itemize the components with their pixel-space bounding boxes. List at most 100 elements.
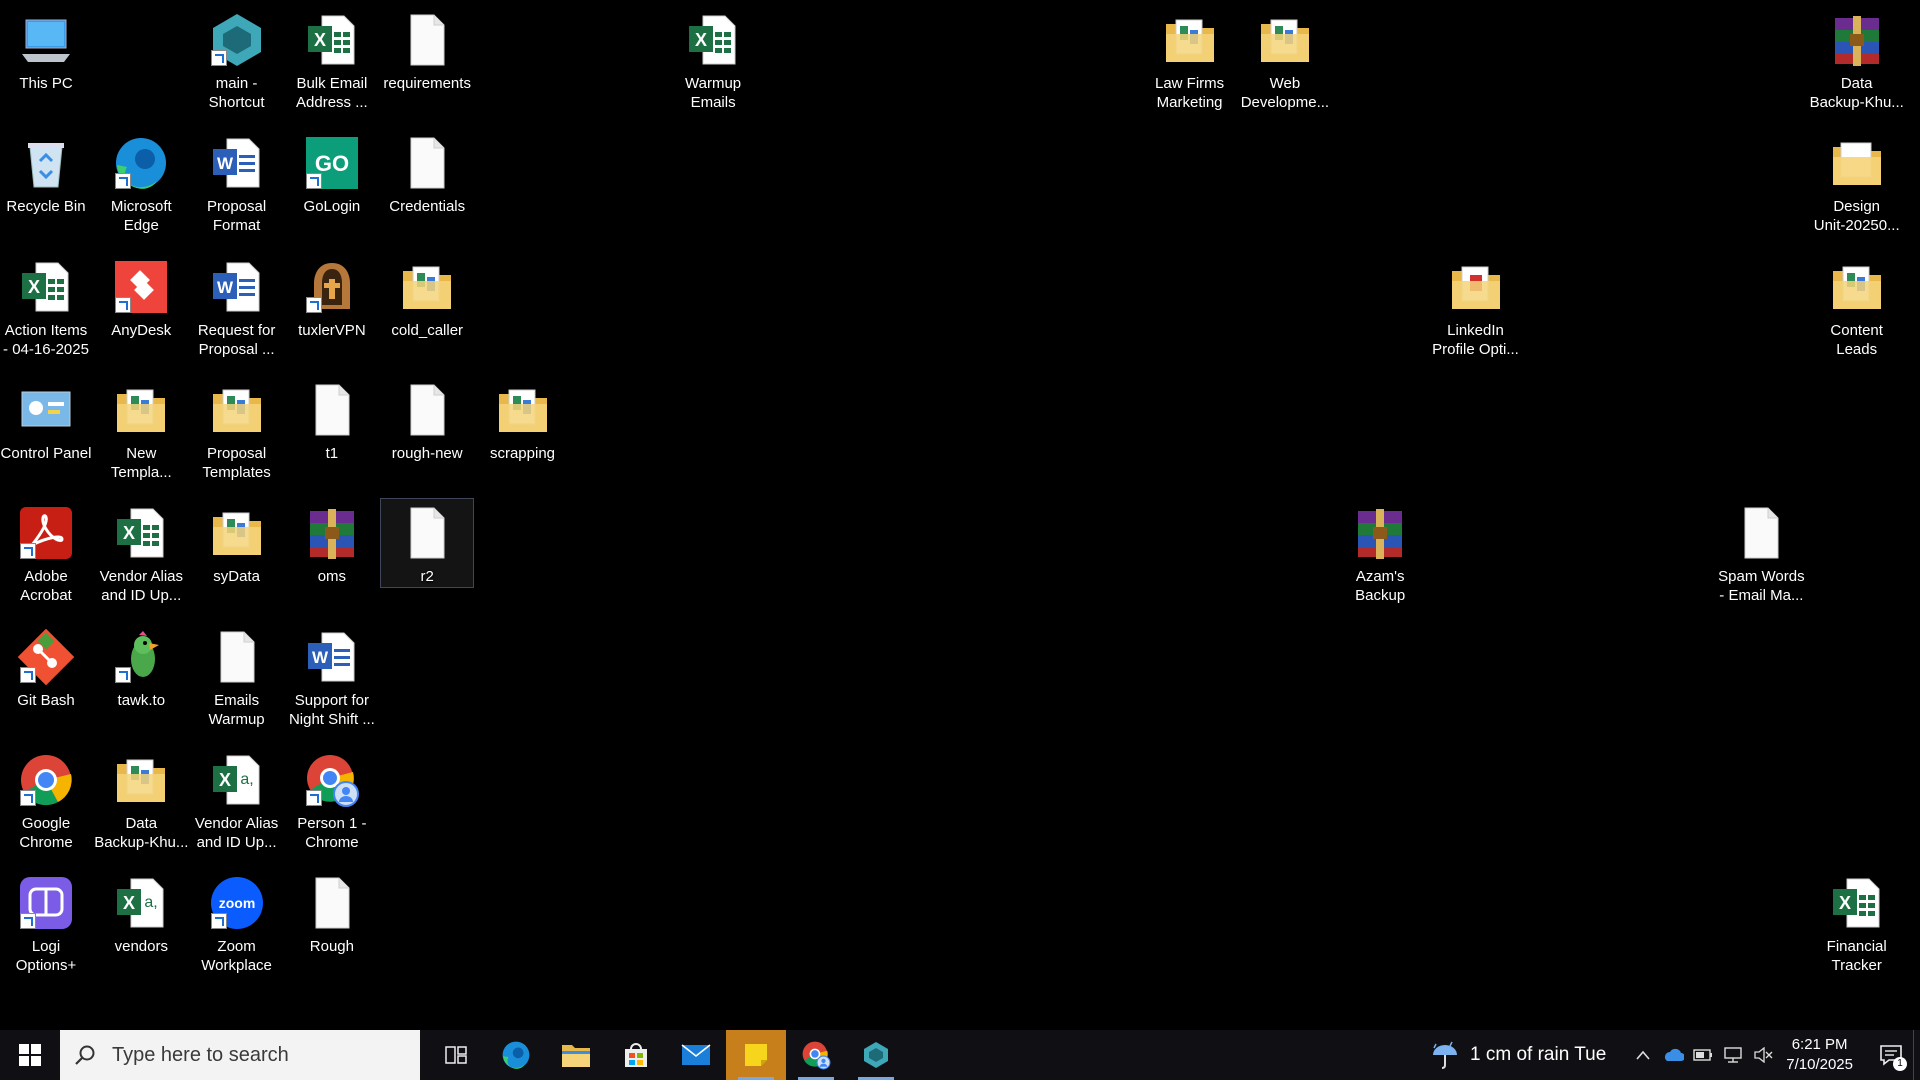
desktop-icon-label: Law Firms Marketing xyxy=(1155,75,1225,111)
desktop-icon-vendor-alias-2[interactable]: a, X Vendor Alias and ID Up... xyxy=(191,746,283,851)
taskbar-store-button[interactable] xyxy=(606,1030,666,1080)
kiro-icon xyxy=(862,1041,890,1069)
folderpdf-icon xyxy=(1448,259,1504,315)
desktop-icon-sydata[interactable]: syData xyxy=(191,499,283,587)
desktop-icon-label: Warmup Emails xyxy=(685,75,742,111)
desktop-icon-label: Azam's Backup xyxy=(1355,568,1406,605)
desktop-icon-emails-warmup[interactable]: Emails Warmup xyxy=(191,623,283,728)
desktop-icon-anydesk[interactable]: AnyDesk xyxy=(95,253,187,341)
desktop-icon-label: t1 xyxy=(325,444,339,462)
excel-icon: X xyxy=(304,12,360,68)
desktop-icon-r2[interactable]: r2 xyxy=(380,498,475,589)
taskbar-file-explorer-button[interactable] xyxy=(546,1030,606,1080)
desktop-icon-google-chrome[interactable]: Google Chrome xyxy=(0,746,92,851)
desktop-icon-requirements[interactable]: requirements xyxy=(381,6,473,94)
folder-icon xyxy=(113,382,169,438)
desktop-icon-law-firms-marketing[interactable]: Law Firms Marketing xyxy=(1144,6,1236,111)
desktop-icon-action-items[interactable]: X Action Items - 04-16-2025 xyxy=(0,253,92,358)
desktop-icon-rough-new[interactable]: rough-new xyxy=(381,376,473,464)
volume-muted-icon[interactable] xyxy=(1748,1030,1778,1080)
onedrive-icon[interactable] xyxy=(1658,1030,1688,1080)
taskbar-task-view-button[interactable] xyxy=(426,1030,486,1080)
notification-center-button[interactable]: 1 xyxy=(1869,1030,1913,1080)
desktop-icon-label: tawk.to xyxy=(117,691,166,709)
desktop-icon-recycle-bin[interactable]: Recycle Bin xyxy=(0,129,92,217)
desktop-icon-label: Bulk Email Address ... xyxy=(296,75,368,111)
desktop-icon-data-backup-khu-1[interactable]: Data Backup-Khu... xyxy=(94,746,188,851)
show-desktop-button[interactable] xyxy=(1913,1030,1920,1080)
desktop-icon-request-for-proposal[interactable]: W Request for Proposal ... xyxy=(191,253,283,358)
desktop-icon-label: Adobe Acrobat xyxy=(20,568,72,605)
desktop-icon-data-backup-khu-2[interactable]: Data Backup-Khu... xyxy=(1810,6,1904,111)
taskbar-mail-button[interactable] xyxy=(666,1030,726,1080)
chevron-up-icon[interactable] xyxy=(1628,1030,1658,1080)
desktop-icon-new-templa[interactable]: New Templa... xyxy=(95,376,187,481)
desktop-icon-financial-tracker[interactable]: X Financial Tracker xyxy=(1811,869,1903,974)
taskbar-edge-button[interactable] xyxy=(486,1030,546,1080)
start-button[interactable] xyxy=(0,1030,60,1080)
desktop-icon-vendors[interactable]: a, Xvendors xyxy=(95,869,187,957)
svg-text:X: X xyxy=(219,770,231,790)
shortcut-arrow-icon xyxy=(20,666,36,683)
desktop-icon-label: syData xyxy=(213,568,260,586)
desktop-icon-scrapping[interactable]: scrapping xyxy=(477,376,569,464)
svg-text:X: X xyxy=(123,893,135,913)
desktop-icon-label: Support for Night Shift ... xyxy=(288,691,375,728)
desktop-icon-linkedin-profile[interactable]: LinkedIn Profile Opti... xyxy=(1430,253,1522,358)
desktop-icon-microsoft-edge[interactable]: Microsoft Edge xyxy=(95,129,187,234)
weather-widget[interactable]: 1 cm of rain Tue xyxy=(1430,1040,1606,1070)
desktop-icon-proposal-templates[interactable]: Proposal Templates xyxy=(191,376,283,481)
desktop-icon-this-pc[interactable]: This PC xyxy=(0,6,92,94)
desktop-icon-rough[interactable]: Rough xyxy=(286,869,378,957)
desktop-icon-tawk-to[interactable]: tawk.to xyxy=(95,623,187,711)
taskbar-chrome-button[interactable] xyxy=(786,1030,846,1080)
desktop-icon-label: r2 xyxy=(420,568,434,586)
folderplain-icon xyxy=(1829,135,1885,191)
clock[interactable]: 6:21 PM 7/10/2025 xyxy=(1786,1035,1853,1075)
desktop-icon-azams-backup[interactable]: Azam's Backup xyxy=(1334,499,1426,604)
desktop-icon-tuxlervpn[interactable]: tuxlerVPN xyxy=(286,253,378,341)
taskbar-kiro-button[interactable] xyxy=(846,1030,906,1080)
desktop-icon-cold-caller[interactable]: cold_caller xyxy=(381,253,473,341)
desktop-icon-bulk-email[interactable]: X Bulk Email Address ... xyxy=(286,6,378,111)
desktop-icon-git-bash[interactable]: Git Bash xyxy=(0,623,92,711)
excel-icon: X xyxy=(1829,875,1885,931)
desktop-icon-proposal-format[interactable]: W Proposal Format xyxy=(191,129,283,234)
notification-badge: 1 xyxy=(1893,1057,1907,1071)
search-icon xyxy=(75,1045,95,1065)
desktop-icon-warmup-emails[interactable]: X Warmup Emails xyxy=(667,6,759,111)
desktop-icon-t1[interactable]: t1 xyxy=(286,376,378,464)
desktop-icon-control-panel[interactable]: Control Panel xyxy=(0,376,92,464)
edge-icon xyxy=(501,1040,531,1070)
excelcsv-icon: a, X xyxy=(209,752,265,808)
desktop-icon-spam-words[interactable]: Spam Words - Email Ma... xyxy=(1715,499,1807,604)
word-icon: W xyxy=(209,135,265,191)
folder-icon xyxy=(209,382,265,438)
desktop-icon-vendor-alias-1[interactable]: X Vendor Alias and ID Up... xyxy=(95,499,187,604)
desktop-icon-credentials[interactable]: Credentials xyxy=(381,129,473,217)
search-placeholder: Type here to search xyxy=(112,1043,289,1066)
desktop-icon-content-leads[interactable]: Content Leads xyxy=(1811,253,1903,358)
desktop-icon-adobe-acrobat[interactable]: Adobe Acrobat xyxy=(0,499,92,604)
clock-time: 6:21 PM xyxy=(1791,1036,1848,1053)
network-icon[interactable] xyxy=(1718,1030,1748,1080)
pinned-apps xyxy=(426,1030,906,1080)
desktop-icon-logi-options[interactable]: Logi Options+ xyxy=(0,869,92,974)
battery-icon[interactable] xyxy=(1688,1030,1718,1080)
file-icon xyxy=(399,135,455,191)
shortcut-arrow-icon xyxy=(20,543,36,560)
desktop-icon-support-night-shift[interactable]: W Support for Night Shift ... xyxy=(286,623,378,728)
desktop-icon-web-development[interactable]: Web Developme... xyxy=(1239,6,1331,111)
mail-icon xyxy=(681,1044,711,1066)
desktop-icon-label: Google Chrome xyxy=(19,814,73,851)
taskbar-search-box[interactable]: Type here to search xyxy=(60,1030,420,1080)
edge-icon xyxy=(113,135,169,191)
taskbar-sticky-notes-button[interactable] xyxy=(726,1030,786,1080)
desktop-icon-main-shortcut[interactable]: main - Shortcut xyxy=(191,6,283,111)
desktop-icon-oms[interactable]: oms xyxy=(286,499,378,587)
desktop-icon-design-unit[interactable]: Design Unit-20250... xyxy=(1811,129,1903,234)
desktop-icon-person1-chrome[interactable]: Person 1 - Chrome xyxy=(286,746,378,851)
desktop-icon-zoom-workplace[interactable]: zoom Zoom Workplace xyxy=(191,869,283,974)
desktop-icon-label: Microsoft Edge xyxy=(110,198,172,235)
desktop-icon-gologin[interactable]: GO GoLogin xyxy=(286,129,378,217)
